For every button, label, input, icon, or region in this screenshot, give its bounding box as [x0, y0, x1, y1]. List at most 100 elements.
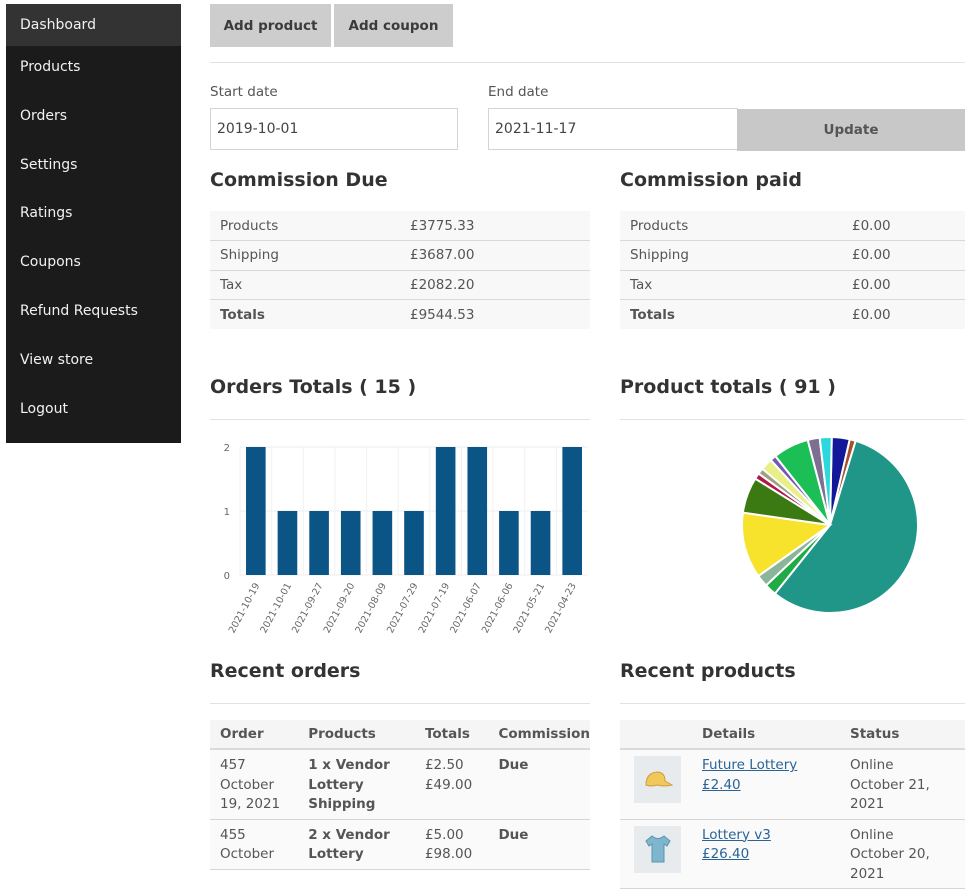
toolbar: Add product Add coupon: [210, 4, 453, 47]
sidebar-item-settings[interactable]: Settings: [6, 144, 181, 193]
order-number: 457: [220, 757, 246, 773]
divider: [210, 419, 590, 420]
product-thumbnail[interactable]: [634, 756, 681, 803]
product-thumbnail[interactable]: [634, 825, 681, 873]
product-name-link[interactable]: Lottery v3: [702, 827, 771, 843]
divider: [620, 703, 965, 704]
product-date: October 21, 2021: [850, 776, 930, 813]
table-row: Tax £0.00: [620, 270, 965, 300]
sidebar-item-products[interactable]: Products: [6, 46, 181, 95]
products-pie-chart: [741, 435, 919, 614]
bar[interactable]: [499, 511, 519, 575]
vendor-sidebar: Dashboard Products Orders Settings Ratin…: [6, 4, 181, 443]
x-tick-label: 2021-06-06: [480, 581, 516, 635]
bar[interactable]: [404, 511, 424, 575]
bar[interactable]: [530, 511, 551, 575]
column-header: Commission: [488, 720, 590, 750]
end-date-label: End date: [488, 84, 549, 100]
sidebar-item-orders[interactable]: Orders: [6, 95, 181, 144]
column-header: [620, 720, 694, 750]
product-price-link[interactable]: £26.40: [702, 846, 749, 862]
product-line: Lottery: [308, 776, 364, 793]
column-header: Totals: [414, 720, 489, 750]
row-label: Totals: [630, 306, 675, 323]
x-tick-label: 2021-07-29: [385, 581, 421, 635]
sidebar-item-logout[interactable]: Logout: [6, 388, 181, 437]
commission-paid-title: Commission paid: [620, 169, 802, 191]
y-tick-label: 1: [224, 507, 230, 518]
table-row: Totals £9544.53: [210, 300, 590, 330]
x-tick-label: 2021-10-19: [227, 581, 263, 635]
bar[interactable]: [467, 447, 488, 575]
row-label: Shipping: [620, 240, 842, 271]
add-product-button[interactable]: Add product: [210, 4, 331, 47]
x-tick-label: 2021-06-07: [448, 581, 484, 635]
recent-orders-table: Order Products Totals Commission 457 Octo…: [210, 720, 590, 870]
row-value: £0.00: [852, 306, 891, 323]
row-value: £3775.33: [400, 211, 590, 241]
update-button[interactable]: Update: [737, 109, 965, 151]
table-row: Future Lottery £2.40 Online October 21, 20…: [620, 749, 965, 820]
row-value: £0.00: [842, 211, 965, 241]
sidebar-item-refund-requests[interactable]: Refund Requests: [6, 290, 181, 339]
sidebar-item-coupons[interactable]: Coupons: [6, 241, 181, 290]
commission-due-table: Products £3775.33 Shipping £3687.00 Tax £20…: [210, 211, 590, 329]
bar[interactable]: [309, 511, 329, 575]
x-tick-label: 2021-08-09: [353, 581, 389, 635]
bar[interactable]: [340, 511, 361, 575]
details-cell: Future Lottery £2.40: [694, 749, 842, 820]
bar[interactable]: [435, 447, 456, 575]
y-tick-label: 0: [224, 571, 230, 582]
column-header: Products: [298, 720, 415, 750]
x-tick-label: 2021-07-19: [417, 581, 453, 635]
table-row[interactable]: 457 October 19, 2021 1 x Vendor Lottery Ship…: [210, 749, 590, 820]
recent-products-title: Recent products: [620, 660, 796, 682]
bar[interactable]: [246, 447, 266, 575]
table-header: Order Products Totals Commission: [210, 720, 590, 750]
bar[interactable]: [277, 511, 298, 575]
product-line: Shipping: [308, 796, 376, 812]
product-price-link[interactable]: £2.40: [702, 777, 741, 793]
product-date: October 20, 2021: [850, 846, 930, 882]
divider: [210, 703, 590, 704]
thumbnail-cell: [620, 749, 694, 820]
row-label: Products: [210, 211, 400, 241]
sidebar-item-ratings[interactable]: Ratings: [6, 192, 181, 241]
bar[interactable]: [372, 511, 393, 575]
x-tick-label: 2021-05-21: [512, 581, 548, 635]
product-line: 2 x Vendor: [308, 826, 390, 843]
product-line: 1 x Vendor: [308, 757, 390, 773]
recent-products-table: Details Status Future Lottery £2.40 Onlin…: [620, 720, 965, 889]
table-row[interactable]: 455 October 2 x Vendor Lottery £5.00 £98.00…: [210, 819, 590, 870]
product-totals-title: Product totals ( 91 ): [620, 376, 836, 398]
column-header: Order: [210, 720, 299, 750]
table-row: Shipping £3687.00: [210, 240, 590, 271]
cap-icon: [644, 770, 673, 786]
products-cell: 2 x Vendor Lottery: [298, 819, 415, 870]
bar[interactable]: [562, 447, 582, 575]
divider: [620, 419, 965, 420]
sidebar-item-dashboard[interactable]: Dashboard: [6, 4, 181, 46]
products-cell: 1 x Vendor Lottery Shipping: [298, 749, 415, 820]
x-tick-label: 2021-04-23: [543, 581, 579, 635]
recent-orders-title: Recent orders: [210, 660, 361, 682]
order-date: October: [220, 776, 275, 793]
row-label: Totals: [220, 306, 265, 323]
table-row: Tax £2082.20: [210, 270, 590, 300]
status-cell: Online October 21, 2021: [842, 749, 965, 820]
commission-due-title: Commission Due: [210, 169, 388, 191]
x-tick-label: 2021-09-20: [322, 581, 358, 635]
divider: [210, 62, 965, 63]
row-value: £0.00: [842, 270, 965, 300]
end-date-input[interactable]: 2021-11-17: [488, 108, 738, 150]
add-coupon-button[interactable]: Add coupon: [334, 4, 453, 47]
total-line: £49.00: [424, 776, 473, 793]
commission-status: Due: [488, 749, 590, 820]
row-label: Products: [620, 211, 842, 241]
x-tick-label: 2021-10-01: [258, 581, 294, 635]
table-row: Products £0.00: [620, 211, 965, 241]
row-value: £2082.20: [400, 270, 590, 300]
product-name-link[interactable]: Future Lottery: [702, 757, 797, 773]
sidebar-item-view-store[interactable]: View store: [6, 339, 181, 388]
start-date-input[interactable]: 2019-10-01: [210, 108, 458, 150]
